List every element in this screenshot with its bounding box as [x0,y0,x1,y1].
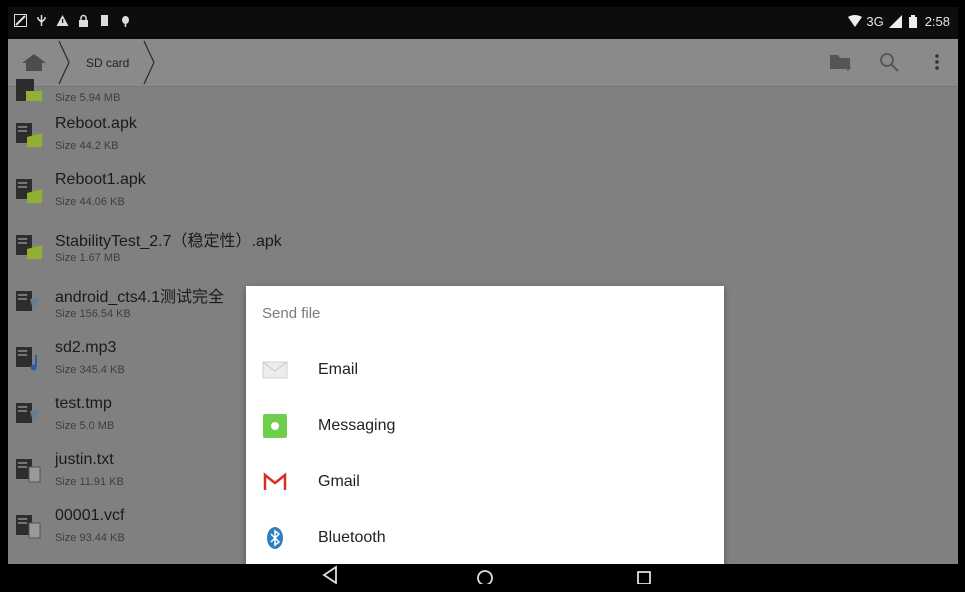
navigation-bar [8,564,958,592]
screen: 3G 2:58 SD card Size 5.94 MB Reboot.apk … [8,7,958,592]
wifi-icon [848,15,863,28]
file-size: Size 5.94 MB [55,92,121,104]
apk-file-icon [14,79,44,105]
dialog-title: Send file [262,305,321,322]
file-size: Size 156.54 KB [55,308,131,320]
breadcrumb-separator-icon [143,40,156,85]
text-file-icon [14,515,44,541]
file-name: test.tmp [55,395,112,412]
file-name: StabilityTest_2.7（稳定性）.apk [55,233,282,250]
file-name: Reboot1.apk [55,171,146,188]
usb-icon [35,14,48,27]
home-icon[interactable] [20,51,48,73]
share-option-email[interactable]: Email [246,342,724,398]
battery-icon [907,15,920,28]
search-icon[interactable] [876,49,902,75]
new-folder-icon[interactable] [828,49,854,75]
file-name: Reboot.apk [55,115,137,132]
bluetooth-icon [261,524,289,552]
option-label: Messaging [318,417,396,434]
debug-icon [119,14,132,27]
screenshot-icon [14,14,27,27]
lock-icon [77,14,90,27]
status-bar: 3G 2:58 [8,7,958,39]
signal-icon [888,15,902,28]
option-label: Email [318,361,359,378]
file-size: Size 1.67 MB [55,252,121,264]
action-buttons [828,49,950,75]
file-name: android_cts4.1测试完全 [55,289,224,306]
overflow-menu-icon[interactable] [924,49,950,75]
sd-card-icon [98,14,111,27]
file-size: Size 5.0 MB [55,420,115,432]
warning-icon [56,14,69,27]
file-size: Size 93.44 KB [55,532,125,544]
breadcrumb-sd-card[interactable]: SD card [70,56,143,70]
file-size: Size 345.4 KB [55,364,125,376]
option-label: Gmail [318,473,360,490]
file-size: Size 44.2 KB [55,140,119,152]
system-status: 3G 2:58 [848,14,950,29]
clock: 2:58 [924,14,950,29]
file-name: sd2.mp3 [55,339,117,356]
file-row[interactable]: Reboot.apk Size 44.2 KB [8,109,958,165]
network-type: 3G [866,14,884,29]
share-option-bluetooth[interactable]: Bluetooth [246,510,724,566]
file-size: Size 44.06 KB [55,196,125,208]
gmail-icon [261,468,289,496]
breadcrumb-separator-icon [58,40,70,85]
file-size: Size 11.91 KB [55,476,124,488]
generic-file-icon [14,403,44,429]
share-option-messaging[interactable]: Messaging [246,398,724,454]
option-label: Bluetooth [318,529,386,546]
email-icon [261,356,289,384]
back-icon[interactable] [310,564,350,592]
send-file-dialog: Send file Email Messaging Gmail Bluetoot… [246,286,724,568]
breadcrumb[interactable]: SD card [58,39,156,86]
file-row[interactable]: Size 5.94 MB [8,79,958,109]
share-option-gmail[interactable]: Gmail [246,454,724,510]
recents-icon[interactable] [624,564,664,592]
apk-file-icon [14,179,44,205]
generic-file-icon [14,291,44,317]
file-row[interactable]: Reboot1.apk Size 44.06 KB [8,165,958,221]
notification-icons [14,14,132,27]
file-name: justin.txt [55,451,114,468]
apk-file-icon [14,235,44,261]
apk-file-icon [14,123,44,149]
messaging-icon [261,412,289,440]
file-name: 00001.vcf [55,507,125,524]
action-bar: SD card [8,39,958,87]
audio-file-icon [14,347,44,373]
home-circle-icon[interactable] [465,564,505,592]
file-row[interactable]: StabilityTest_2.7（稳定性）.apk Size 1.67 MB [8,221,958,277]
text-file-icon [14,459,44,485]
